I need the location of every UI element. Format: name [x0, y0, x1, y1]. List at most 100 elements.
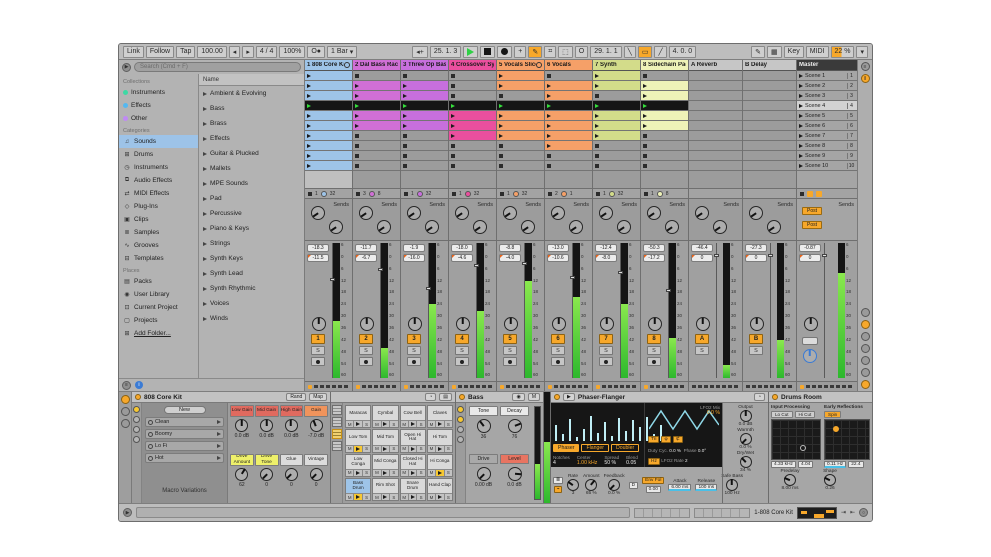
scene-row[interactable]: Scene 99	[797, 151, 857, 161]
clip-play-icon[interactable]	[307, 74, 311, 78]
pad-solo-button[interactable]: S	[390, 494, 397, 500]
clip-stop-icon[interactable]	[547, 74, 551, 78]
pad-play-button[interactable]	[436, 446, 444, 452]
solo-button[interactable]: S	[749, 346, 763, 355]
clip-slot[interactable]	[449, 81, 496, 91]
category-item-midi-effects[interactable]: ⇄MIDI Effects	[119, 187, 198, 200]
macro-label[interactable]: Vintage	[304, 454, 328, 466]
clip-slot[interactable]	[305, 81, 352, 91]
place-item-user-library[interactable]: ◉User Library	[119, 288, 198, 301]
clip-stop-icon[interactable]	[451, 164, 455, 168]
clip-slot[interactable]	[743, 161, 796, 171]
clip-slot[interactable]	[449, 141, 496, 151]
clip-play-icon[interactable]	[547, 124, 551, 128]
scene-row[interactable]: Scene 88	[797, 141, 857, 151]
scene-row[interactable]: Scene 44	[797, 101, 857, 111]
clip-stop-icon[interactable]	[355, 74, 359, 78]
track-header[interactable]: A Reverb	[689, 60, 742, 71]
automation-arm-button[interactable]: ⌗	[544, 46, 556, 58]
category-item-clips[interactable]: ▣Clips	[119, 213, 198, 226]
device-strip-icon[interactable]	[121, 407, 130, 416]
phase-value[interactable]: 0.0°	[698, 448, 706, 453]
clip-play-icon[interactable]	[547, 94, 551, 98]
pan-knob[interactable]	[312, 317, 326, 331]
clip-playing-icon[interactable]	[403, 104, 407, 108]
pad-overview-strip[interactable]	[331, 403, 343, 503]
volume-value[interactable]: 0	[691, 254, 713, 262]
bass-macro-knob[interactable]	[477, 419, 491, 433]
volume-fader[interactable]	[524, 243, 525, 378]
clip-slot[interactable]	[545, 141, 592, 151]
clip-slot[interactable]	[449, 71, 496, 81]
clip-slot[interactable]	[497, 141, 544, 151]
clip-slot[interactable]	[401, 141, 448, 151]
send-b-knob[interactable]	[767, 220, 781, 234]
clip-play-icon[interactable]	[307, 114, 311, 118]
macro-knob[interactable]	[310, 468, 323, 481]
drum-pad-bass-drum[interactable]: Bass DrumMS	[345, 478, 371, 501]
pan-knob[interactable]	[648, 317, 662, 331]
track-header[interactable]: 8 Sidechain Pad	[641, 60, 688, 71]
send-b-knob[interactable]	[521, 220, 535, 234]
fader-handle[interactable]	[714, 254, 719, 257]
volume-fader[interactable]	[668, 243, 669, 378]
lfo-phase-icon[interactable]: φ	[661, 436, 670, 443]
clip-slot[interactable]	[497, 91, 544, 101]
pad-play-button[interactable]	[354, 494, 362, 500]
collection-item-effects[interactable]: Effects	[119, 99, 198, 112]
solo-button[interactable]: S	[455, 346, 469, 355]
category-item-templates[interactable]: ⊟Templates	[119, 252, 198, 265]
stop-all-clips-icon[interactable]	[548, 192, 552, 196]
cue-box[interactable]	[802, 337, 818, 345]
fold-icon[interactable]	[536, 62, 542, 68]
solo-button[interactable]: S	[695, 346, 709, 355]
return-view-toggle[interactable]	[133, 436, 140, 443]
macro-knob[interactable]	[285, 468, 298, 481]
clip-play-icon[interactable]	[355, 94, 359, 98]
browser-item[interactable]: Bass	[199, 101, 304, 116]
browser-item[interactable]: Strings	[199, 236, 304, 251]
scene-row[interactable]: Scene 11	[797, 71, 857, 81]
expand-triangle-icon[interactable]	[203, 257, 207, 261]
macro-label[interactable]: Gain	[304, 405, 328, 417]
bass-macro-label[interactable]: Decay	[500, 406, 529, 416]
pad-solo-button[interactable]: S	[363, 494, 370, 500]
grid-icon-button[interactable]: ▦	[767, 46, 782, 58]
send-a-knob[interactable]	[551, 206, 565, 220]
drum-pad-mid-conga[interactable]: Mid CongaMS	[372, 454, 398, 477]
nudge-down-button[interactable]: ◂	[229, 46, 241, 58]
clip-stop-icon[interactable]	[643, 74, 647, 78]
send-a-knob[interactable]	[599, 206, 613, 220]
clip-slot[interactable]	[545, 71, 592, 81]
capture-midi-button[interactable]: O	[575, 46, 588, 58]
arm-button[interactable]	[407, 357, 421, 366]
volume-value[interactable]: -8.0	[595, 254, 617, 262]
send-b-knob[interactable]	[569, 220, 583, 234]
track-activator-button[interactable]: 4	[455, 334, 469, 344]
pad-mute-button[interactable]: M	[401, 421, 409, 427]
clip-slot[interactable]	[545, 151, 592, 161]
rand-button[interactable]: Rand	[286, 393, 306, 401]
clip-stop-icon[interactable]	[643, 144, 647, 148]
clip-slot[interactable]	[641, 151, 688, 161]
pad-mute-button[interactable]: M	[346, 494, 354, 500]
pad-solo-button[interactable]: S	[417, 421, 424, 427]
drum-pad-rim-shot[interactable]: Rim ShotMS	[372, 478, 398, 501]
pad-mute-button[interactable]: M	[373, 494, 381, 500]
stop-all-clips-icon[interactable]	[500, 192, 504, 196]
scene-launch-icon[interactable]	[799, 134, 803, 138]
clip-slot[interactable]	[353, 111, 400, 121]
volume-fader[interactable]	[332, 243, 333, 378]
fader-handle[interactable]	[474, 264, 479, 267]
arm-button[interactable]	[551, 357, 565, 366]
scene-launch-icon[interactable]	[799, 84, 803, 88]
clip-stop-icon[interactable]	[451, 74, 455, 78]
clip-play-icon[interactable]	[499, 114, 503, 118]
fader-handle[interactable]	[768, 254, 773, 257]
stop-all-clips-icon[interactable]	[596, 192, 600, 196]
clip-slot[interactable]	[401, 131, 448, 141]
mode-button-phaser[interactable]: Phaser	[553, 444, 579, 452]
clip-slot[interactable]	[545, 121, 592, 131]
expand-triangle-icon[interactable]	[203, 242, 207, 246]
pad-solo-button[interactable]: S	[445, 421, 452, 427]
